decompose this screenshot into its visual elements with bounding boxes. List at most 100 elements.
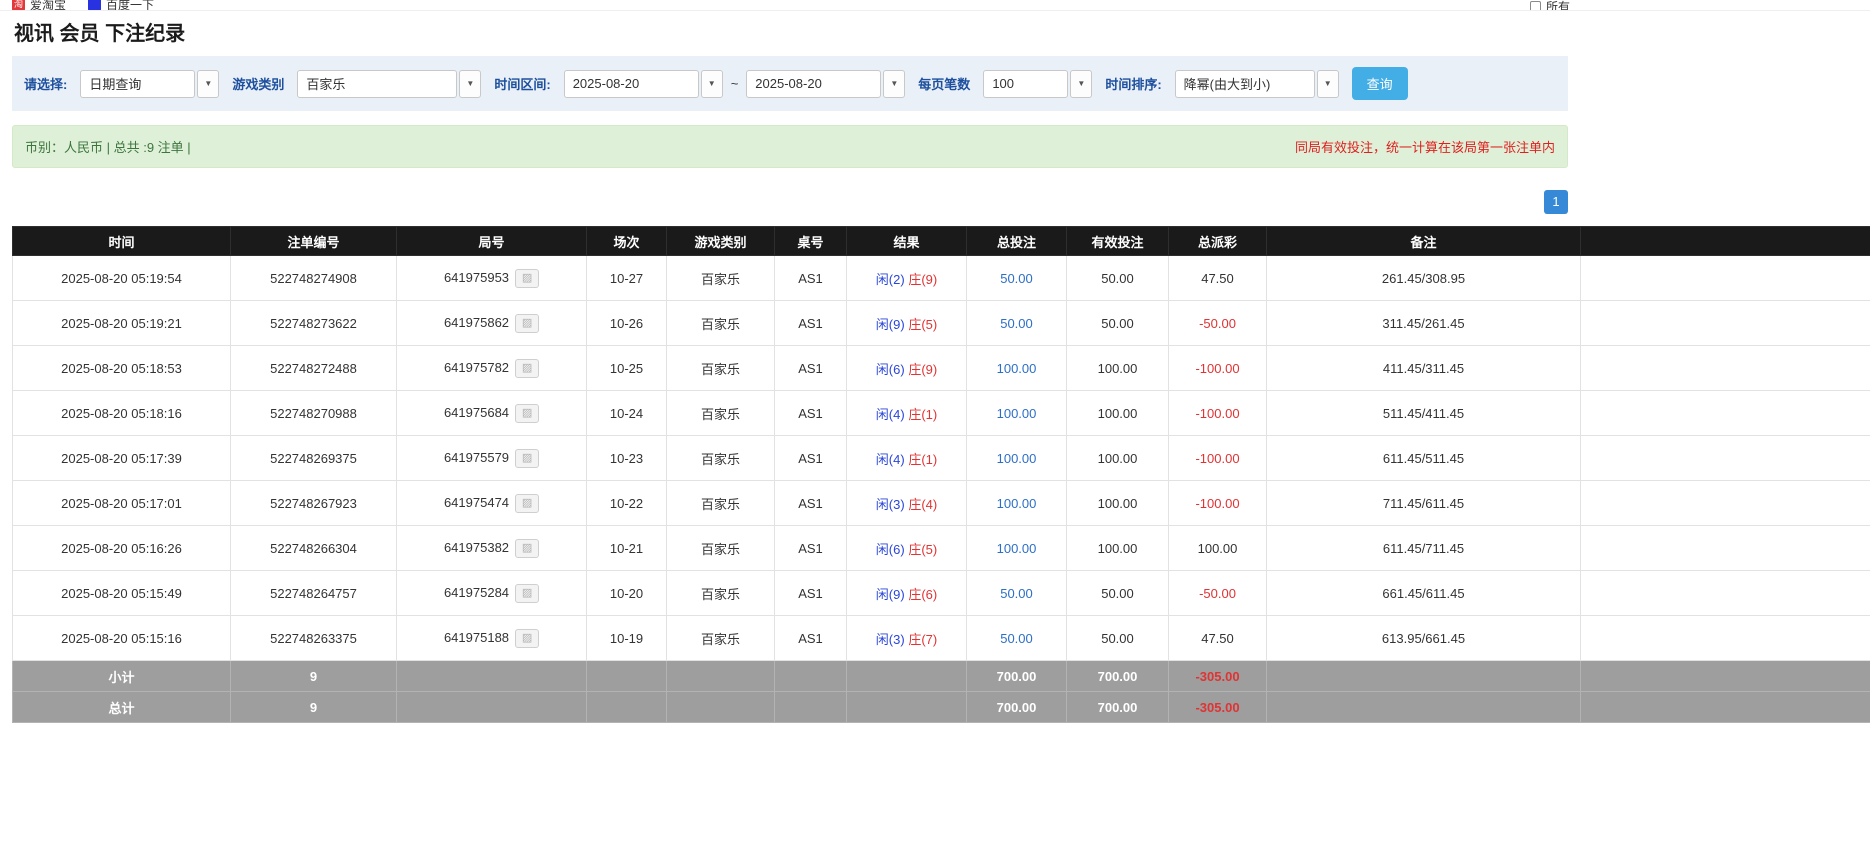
query-type-dropdown-button[interactable]: ▼	[197, 70, 219, 98]
cell-round-id: 641975782▨	[397, 346, 587, 391]
bookmark-baidu[interactable]: 百度一下	[88, 0, 154, 11]
cell-result: 闲(4) 庄(1)	[847, 391, 967, 436]
cell-valid-bet: 100.00	[1067, 526, 1169, 571]
cell-remark: 261.45/308.95	[1267, 256, 1581, 301]
date-separator: ~	[731, 76, 739, 91]
page-button-1[interactable]: 1	[1544, 190, 1568, 214]
cell-bet-id: 522748267923	[231, 481, 397, 526]
game-type-input[interactable]	[297, 70, 457, 98]
baidu-icon	[88, 0, 101, 11]
video-replay-icon: ▨	[522, 543, 532, 554]
game-type-dropdown-button[interactable]: ▼	[459, 70, 481, 98]
cell-time: 2025-08-20 05:16:26	[13, 526, 231, 571]
video-replay-icon: ▨	[522, 633, 532, 644]
cell-table-no: AS1	[775, 346, 847, 391]
cell-overflow	[1581, 301, 1870, 346]
currency-summary-text: 币别：人民币 | 总共 :9 注单 |	[25, 137, 191, 156]
cell-valid-bet: 50.00	[1067, 571, 1169, 616]
footer-cell	[587, 692, 667, 723]
chevron-down-icon: ▼	[890, 80, 898, 88]
footer-cell: 700.00	[967, 692, 1067, 723]
video-replay-icon: ▨	[522, 318, 532, 329]
replay-icon-button[interactable]: ▨	[515, 269, 539, 288]
replay-icon-button[interactable]: ▨	[515, 359, 539, 378]
replay-icon-button[interactable]: ▨	[515, 314, 539, 333]
cell-time: 2025-08-20 05:15:49	[13, 571, 231, 616]
chevron-down-icon: ▼	[204, 80, 212, 88]
total-bet-link[interactable]: 50.00	[1000, 631, 1033, 646]
cell-round-id: 641975579▨	[397, 436, 587, 481]
cell-table-no: AS1	[775, 301, 847, 346]
query-type-combobox: ▼	[80, 70, 219, 98]
cell-session: 10-19	[587, 616, 667, 661]
cell-remark: 411.45/311.45	[1267, 346, 1581, 391]
result-player: 闲(9)	[876, 317, 905, 332]
footer-cell	[1267, 661, 1581, 692]
result-player: 闲(2)	[876, 272, 905, 287]
total-bet-link[interactable]: 100.00	[997, 541, 1037, 556]
bookmark-taobao[interactable]: 淘 爱淘宝	[12, 0, 66, 11]
total-bet-link[interactable]: 50.00	[1000, 316, 1033, 331]
cell-result: 闲(9) 庄(6)	[847, 571, 967, 616]
footer-cell: 9	[231, 661, 397, 692]
total-bet-link[interactable]: 50.00	[1000, 271, 1033, 286]
total-bet-link[interactable]: 100.00	[997, 406, 1037, 421]
cell-bet-id: 522748263375	[231, 616, 397, 661]
footer-cell: 9	[231, 692, 397, 723]
time-sort-label: 时间排序:	[1105, 74, 1161, 93]
footer-label: 小计	[13, 661, 231, 692]
replay-icon-button[interactable]: ▨	[515, 404, 539, 423]
cell-remark: 711.45/611.45	[1267, 481, 1581, 526]
query-type-input[interactable]	[80, 70, 195, 98]
cell-game-type: 百家乐	[667, 346, 775, 391]
cell-time: 2025-08-20 05:15:16	[13, 616, 231, 661]
time-sort-input[interactable]	[1175, 70, 1315, 98]
date-from-input[interactable]	[564, 70, 699, 98]
page-size-input[interactable]	[983, 70, 1068, 98]
table-row: 2025-08-20 05:18:53522748272488641975782…	[13, 346, 1870, 391]
video-replay-icon: ▨	[522, 453, 532, 464]
bookmarks-list: 淘 爱淘宝 百度一下	[0, 0, 1870, 11]
search-button[interactable]: 查询	[1352, 67, 1408, 100]
cell-valid-bet: 100.00	[1067, 481, 1169, 526]
result-banker: 庄(5)	[908, 542, 937, 557]
cell-total-bet: 100.00	[967, 526, 1067, 571]
table-row: 2025-08-20 05:15:49522748264757641975284…	[13, 571, 1870, 616]
cell-round-id: 641975382▨	[397, 526, 587, 571]
folder-icon	[1530, 1, 1541, 11]
total-bet-link[interactable]: 100.00	[997, 496, 1037, 511]
replay-icon-button[interactable]: ▨	[515, 584, 539, 603]
replay-icon-button[interactable]: ▨	[515, 539, 539, 558]
total-bet-link[interactable]: 100.00	[997, 361, 1037, 376]
date-to-dropdown-button[interactable]: ▼	[883, 70, 905, 98]
table-row: 2025-08-20 05:19:54522748274908641975953…	[13, 256, 1870, 301]
replay-icon-button[interactable]: ▨	[515, 449, 539, 468]
result-player: 闲(6)	[876, 542, 905, 557]
cell-round-id: 641975953▨	[397, 256, 587, 301]
taobao-icon: 淘	[12, 0, 25, 11]
date-from-dropdown-button[interactable]: ▼	[701, 70, 723, 98]
cell-table-no: AS1	[775, 571, 847, 616]
cell-payout: 100.00	[1169, 526, 1267, 571]
cell-payout: -100.00	[1169, 346, 1267, 391]
all-bookmarks-button[interactable]: 所有	[1530, 0, 1570, 11]
time-sort-dropdown-button[interactable]: ▼	[1317, 70, 1339, 98]
footer-cell: 700.00	[1067, 692, 1169, 723]
cell-payout: 47.50	[1169, 616, 1267, 661]
game-type-combobox: ▼	[297, 70, 481, 98]
chevron-down-icon: ▼	[708, 80, 716, 88]
cell-total-bet: 50.00	[967, 256, 1067, 301]
page-size-dropdown-button[interactable]: ▼	[1070, 70, 1092, 98]
cell-time: 2025-08-20 05:17:01	[13, 481, 231, 526]
footer-cell	[775, 692, 847, 723]
total-bet-link[interactable]: 100.00	[997, 451, 1037, 466]
cell-overflow	[1581, 526, 1870, 571]
date-from-picker: ▼	[564, 70, 723, 98]
total-bet-link[interactable]: 50.00	[1000, 586, 1033, 601]
replay-icon-button[interactable]: ▨	[515, 494, 539, 513]
chevron-down-icon: ▼	[466, 80, 474, 88]
replay-icon-button[interactable]: ▨	[515, 629, 539, 648]
cell-bet-id: 522748274908	[231, 256, 397, 301]
result-banker: 庄(1)	[908, 407, 937, 422]
date-to-input[interactable]	[746, 70, 881, 98]
